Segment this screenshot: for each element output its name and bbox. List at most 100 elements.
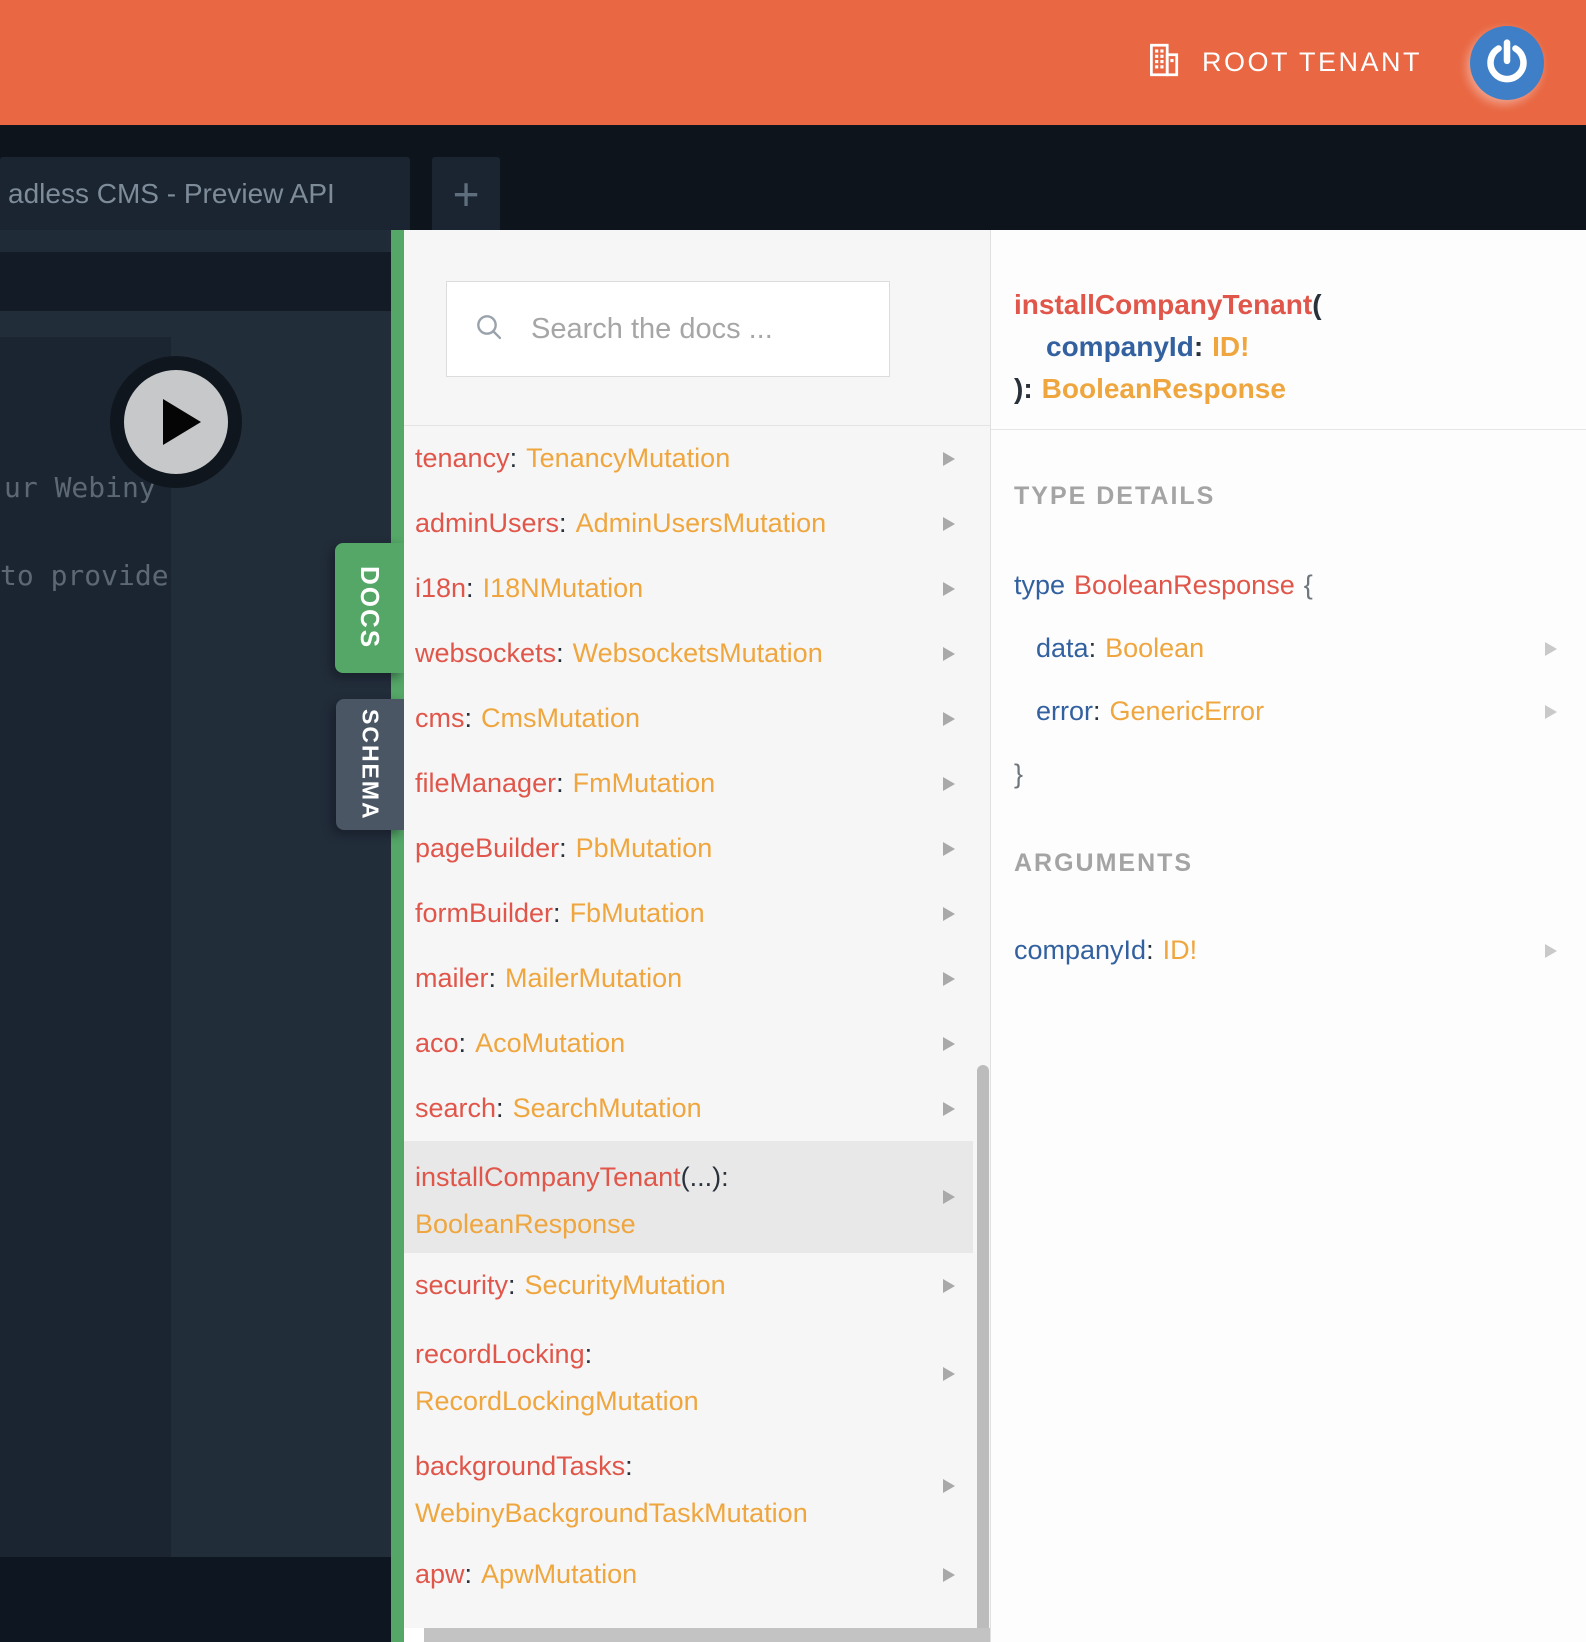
field-type: BooleanResponse <box>415 1209 636 1239</box>
tab-schema[interactable]: SCHEMA <box>336 699 404 830</box>
doc-field-row-backgroundTasks[interactable]: backgroundTasks: WebinyBackgroundTaskMut… <box>404 1430 973 1542</box>
doc-field-row-pageBuilder[interactable]: pageBuilder: PbMutation <box>404 816 973 881</box>
chevron-right-icon <box>943 516 955 531</box>
doc-field-row-formBuilder[interactable]: formBuilder: FbMutation <box>404 881 973 946</box>
play-icon <box>163 399 201 445</box>
field-name: backgroundTasks <box>415 1451 626 1481</box>
horizontal-scrollbar-thumb[interactable] <box>424 1628 990 1642</box>
doc-field-row-websockets[interactable]: websockets: WebsocketsMutation <box>404 621 973 686</box>
schema-tab-label: SCHEMA <box>357 708 384 821</box>
chevron-right-icon <box>943 906 955 921</box>
vertical-scrollbar-thumb[interactable] <box>977 1065 989 1628</box>
workspace: ur Webiny to provide DOCS SCHEMA t <box>0 230 1586 1642</box>
field-name: formBuilder <box>415 898 554 928</box>
arguments-heading: ARGUMENTS <box>1014 849 1194 877</box>
argument-type: ID! <box>1162 935 1198 965</box>
field-type: CmsMutation <box>481 703 641 733</box>
tab-headless-cms-preview-api[interactable]: adless CMS - Preview API <box>0 157 410 230</box>
type-name[interactable]: BooleanResponse <box>1074 570 1295 601</box>
field-name: fileManager <box>415 768 557 798</box>
editor-code-line: to provide <box>0 559 169 592</box>
doc-field-row-fileManager[interactable]: fileManager: FmMutation <box>404 751 973 816</box>
doc-field-row-aco[interactable]: aco: AcoMutation <box>404 1011 973 1076</box>
video-play-button[interactable] <box>110 356 242 488</box>
field-name: pageBuilder <box>415 833 560 863</box>
chevron-right-icon <box>1545 641 1557 656</box>
doc-field-row-mailer[interactable]: mailer: MailerMutation <box>404 946 973 1011</box>
top-app-bar: ROOT TENANT <box>0 0 1586 125</box>
argument-name: companyId <box>1014 935 1147 965</box>
docs-search-box[interactable] <box>446 281 890 377</box>
signature-line-2: companyId: ID! <box>1046 331 1250 362</box>
webiny-logo[interactable] <box>1470 25 1544 100</box>
query-editor-region[interactable]: ur Webiny to provide <box>0 230 391 1642</box>
onboarding-card <box>0 337 171 1557</box>
editor-footer-bar <box>0 1557 391 1642</box>
field-line-2: WebinyBackgroundTaskMutation <box>415 1490 973 1537</box>
chevron-right-icon <box>1545 704 1557 719</box>
doc-field-row-search[interactable]: search: SearchMutation <box>404 1076 973 1141</box>
field-type: WebinyBackgroundTaskMutation <box>415 1498 808 1528</box>
docs-panel-edge-strip[interactable] <box>391 230 404 1642</box>
field-type: SearchMutation <box>512 1093 702 1123</box>
field-name: recordLocking <box>415 1339 585 1369</box>
signature-line-1: installCompanyTenant( <box>1014 289 1322 320</box>
field-type: PbMutation <box>575 833 713 863</box>
field-line-1: installCompanyTenant(...): <box>415 1162 729 1192</box>
type-field-row-data[interactable]: data: Boolean <box>991 617 1586 680</box>
tab-docs[interactable]: DOCS <box>335 543 404 673</box>
doc-field-row-apw[interactable]: apw: ApwMutation <box>404 1542 973 1607</box>
chevron-right-icon <box>943 711 955 726</box>
signature-line-3: ): BooleanResponse <box>1014 373 1286 404</box>
new-tab-button[interactable]: + <box>432 157 500 230</box>
field-type: WebsocketsMutation <box>572 638 823 668</box>
doc-field-row-recordLocking[interactable]: recordLocking: RecordLockingMutation <box>404 1318 973 1430</box>
chevron-right-icon <box>943 646 955 661</box>
doc-field-row-installCompanyTenant-selected[interactable]: installCompanyTenant(...): BooleanRespon… <box>404 1141 973 1253</box>
chevron-right-icon <box>1545 943 1557 958</box>
chevron-right-icon <box>943 451 955 466</box>
chevron-right-icon <box>943 1101 955 1116</box>
play-button-disc <box>124 370 228 474</box>
field-detail-body: TYPE DETAILS type BooleanResponse{ data: B… <box>991 430 1586 982</box>
plus-icon: + <box>452 167 480 220</box>
doc-field-row-i18n[interactable]: i18n: I18NMutation <box>404 556 973 621</box>
field-type: AdminUsersMutation <box>575 508 827 538</box>
field-signature: installCompanyTenant( companyId: ID! ): Bo… <box>991 230 1586 430</box>
field-type: GenericError <box>1109 696 1265 726</box>
chevron-right-icon <box>943 1367 955 1381</box>
horizontal-scrollbar-track[interactable] <box>404 1628 990 1642</box>
doc-field-row-cms[interactable]: cms: CmsMutation <box>404 686 973 751</box>
chevron-right-icon <box>943 581 955 596</box>
mutation-field-list: tenancy: TenancyMutation adminUsers: Admin… <box>404 425 990 1607</box>
field-name: adminUsers <box>415 508 560 538</box>
field-name: tenancy <box>415 443 510 473</box>
field-name: search <box>415 1093 497 1123</box>
field-type: AcoMutation <box>475 1028 626 1058</box>
doc-field-row-security[interactable]: security: SecurityMutation <box>404 1253 973 1318</box>
field-line-1: backgroundTasks: <box>415 1451 633 1481</box>
field-detail-panel: installCompanyTenant( companyId: ID! ): Bo… <box>990 230 1586 1642</box>
editor-top-strip <box>0 230 391 252</box>
docs-explorer-panel: tenancy:TenancyMutation adminUsers:Admin… <box>404 230 990 1642</box>
field-line-2: RecordLockingMutation <box>415 1378 973 1425</box>
doc-field-row-adminUsers[interactable]: adminUsers: AdminUsersMutation <box>404 491 973 556</box>
docs-search-input[interactable] <box>529 311 873 347</box>
tenant-label[interactable]: ROOT TENANT <box>1202 47 1422 78</box>
docs-tab-label: DOCS <box>355 566 385 650</box>
field-type: RecordLockingMutation <box>415 1386 699 1416</box>
chevron-right-icon <box>943 841 955 856</box>
field-name: i18n <box>415 573 467 603</box>
chevron-right-icon <box>943 1036 955 1051</box>
field-line-1: recordLocking: <box>415 1339 593 1369</box>
editor-band <box>0 252 391 311</box>
chevron-right-icon <box>943 1190 955 1204</box>
chevron-right-icon <box>943 971 955 986</box>
playground-tab-bar: adless CMS - Preview API + <box>0 125 1586 328</box>
tab-title: adless CMS - Preview API <box>8 177 335 209</box>
field-type: ApwMutation <box>481 1559 638 1589</box>
doc-field-row-tenancy[interactable]: tenancy: TenancyMutation <box>404 426 973 491</box>
type-field-row-error[interactable]: error: GenericError <box>991 680 1586 743</box>
argument-row-companyId[interactable]: companyId: ID! <box>991 919 1586 982</box>
type-closing-brace-row: } <box>1014 759 1024 789</box>
